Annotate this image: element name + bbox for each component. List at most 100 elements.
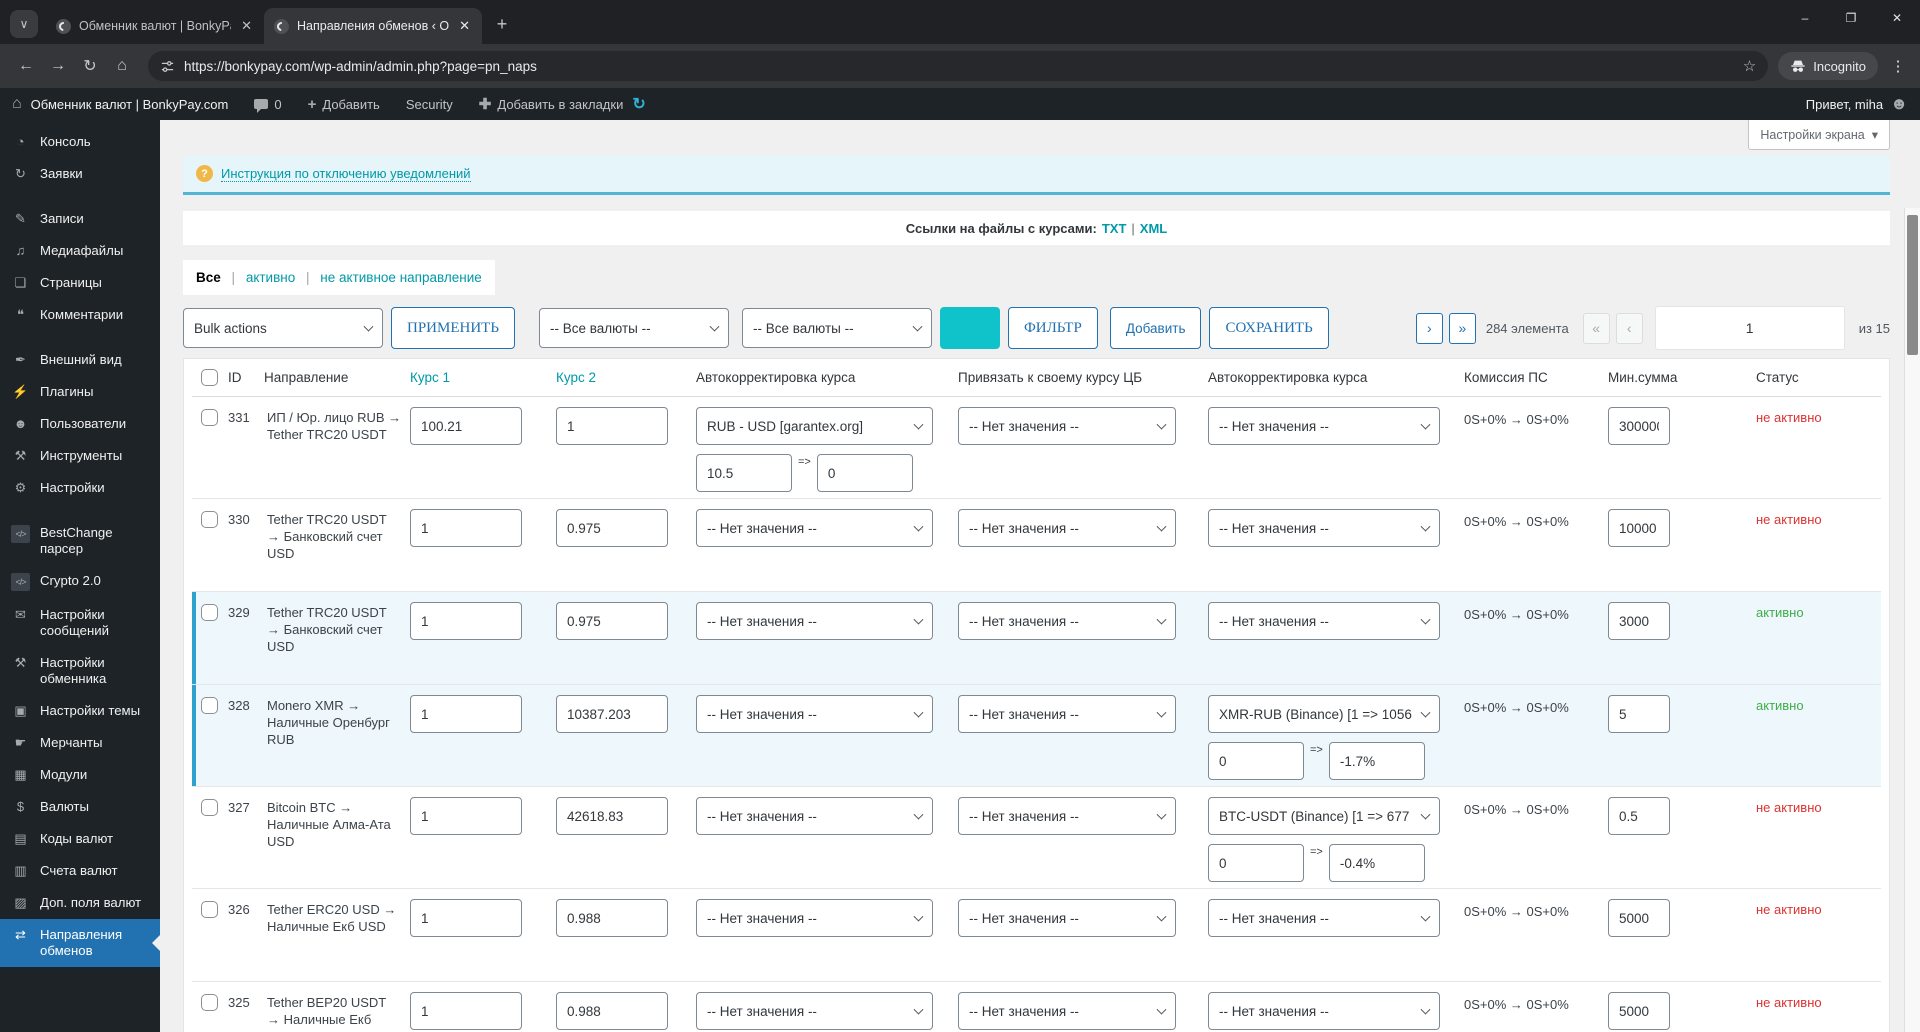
kurs1-input[interactable] <box>410 992 522 1030</box>
cb-rate-select[interactable]: -- Нет значения -- <box>958 407 1176 445</box>
sidebar-item-users[interactable]: ☻Пользователи <box>0 408 160 440</box>
admin-bar-bookmark[interactable]: ✚ Добавить в закладки <box>479 95 624 113</box>
col-header-kurs1[interactable]: Курс 1 <box>410 370 556 385</box>
update-refresh-icon[interactable]: ↻ <box>632 94 645 114</box>
browser-tab-2-active[interactable]: Направления обменов ‹ Обме ✕ <box>264 8 482 44</box>
kurs2-input[interactable] <box>556 602 668 640</box>
kurs1-input[interactable] <box>410 602 522 640</box>
first-page-button[interactable]: « <box>1583 313 1610 344</box>
kurs1-input[interactable] <box>410 899 522 937</box>
kurs2-input[interactable] <box>556 407 668 445</box>
row-checkbox[interactable] <box>201 511 218 528</box>
kurs2-input[interactable] <box>556 509 668 547</box>
correction-to-input[interactable] <box>817 454 913 492</box>
admin-bar-security[interactable]: Security <box>406 97 453 112</box>
cb-rate-select[interactable]: -- Нет значения -- <box>958 509 1176 547</box>
add-button[interactable]: Добавить <box>1110 307 1202 349</box>
currency-filter-1-select[interactable]: -- Все валюты -- <box>539 308 729 348</box>
minsum-input[interactable] <box>1608 899 1670 937</box>
minsum-input[interactable] <box>1608 992 1670 1030</box>
back-icon[interactable]: ← <box>10 50 42 82</box>
home-icon[interactable]: ⌂ <box>106 50 138 82</box>
select-all-checkbox[interactable] <box>201 369 218 386</box>
sidebar-item-comments[interactable]: ❝Комментарии <box>0 299 160 331</box>
screen-options-button[interactable]: Настройки экрана ▾ <box>1748 120 1890 150</box>
prev-page-button[interactable]: ‹ <box>1616 313 1643 344</box>
minsum-input[interactable] <box>1608 407 1670 445</box>
correction-to-input[interactable] <box>1329 844 1425 882</box>
address-bar[interactable]: https://bonkypay.com/wp-admin/admin.php?… <box>148 51 1768 81</box>
cb-rate-select[interactable]: -- Нет значения -- <box>958 695 1176 733</box>
kurs1-input[interactable] <box>410 695 522 733</box>
minsum-input[interactable] <box>1608 797 1670 835</box>
view-all-link[interactable]: Все <box>196 270 221 285</box>
page-scrollbar[interactable] <box>1904 208 1920 1032</box>
browser-menu-icon[interactable]: ⋮ <box>1886 57 1910 75</box>
sidebar-item-settings[interactable]: ⚙Настройки <box>0 472 160 504</box>
autocorrect1-select[interactable]: -- Нет значения -- <box>696 797 933 835</box>
browser-tab-1[interactable]: Обменник валют | BonkyPay.c ✕ <box>46 8 264 44</box>
kurs2-input[interactable] <box>556 695 668 733</box>
avatar[interactable]: ☻ <box>1890 94 1908 114</box>
row-checkbox[interactable] <box>201 799 218 816</box>
filter-button[interactable]: ФИЛЬТР <box>1008 307 1098 349</box>
close-button[interactable]: ✕ <box>1874 0 1920 36</box>
correction-from-input[interactable] <box>696 454 792 492</box>
sidebar-item-posts[interactable]: ✎Записи <box>0 203 160 235</box>
xml-link[interactable]: XML <box>1140 221 1167 236</box>
autocorrect1-select[interactable]: -- Нет значения -- <box>696 695 933 733</box>
sidebar-item-currency-fields[interactable]: ▨Доп. поля валют <box>0 887 160 919</box>
last-page-button[interactable]: » <box>1449 313 1476 344</box>
txt-link[interactable]: TXT <box>1102 221 1127 236</box>
sidebar-item-media[interactable]: ♫Медиафайлы <box>0 235 160 267</box>
sidebar-item-currency-codes[interactable]: ▤Коды валют <box>0 823 160 855</box>
autocorrect1-select[interactable]: -- Нет значения -- <box>696 509 933 547</box>
row-checkbox[interactable] <box>201 697 218 714</box>
site-settings-icon[interactable] <box>160 59 175 74</box>
reload-icon[interactable]: ↻ <box>74 50 106 82</box>
tab-close-icon[interactable]: ✕ <box>457 18 472 34</box>
view-active-link[interactable]: активно <box>246 270 295 285</box>
current-page-input[interactable] <box>1655 306 1845 350</box>
new-tab-button[interactable]: + <box>488 10 516 38</box>
autocorrect2-select[interactable]: -- Нет значения -- <box>1208 602 1440 640</box>
sidebar-item-modules[interactable]: ▦Модули <box>0 759 160 791</box>
wp-home-icon[interactable]: ⌂ <box>12 95 22 113</box>
correction-from-input[interactable] <box>1208 742 1304 780</box>
apply-button[interactable]: ПРИМЕНИТЬ <box>391 307 515 349</box>
sidebar-item-pages[interactable]: ❏Страницы <box>0 267 160 299</box>
cb-rate-select[interactable]: -- Нет значения -- <box>958 797 1176 835</box>
autocorrect2-select[interactable]: -- Нет значения -- <box>1208 407 1440 445</box>
sidebar-item-exchanger[interactable]: ⚒Настройки обменника <box>0 647 160 695</box>
teal-action-button[interactable] <box>940 307 1000 349</box>
admin-bar-new[interactable]: + Добавить <box>308 96 380 113</box>
restore-button[interactable]: ❐ <box>1828 0 1874 36</box>
currency-filter-2-select[interactable]: -- Все валюты -- <box>742 308 932 348</box>
bookmark-star-icon[interactable]: ☆ <box>1743 57 1756 75</box>
kurs1-input[interactable] <box>410 797 522 835</box>
row-checkbox[interactable] <box>201 994 218 1011</box>
tab-search-button[interactable]: ∨ <box>10 10 38 38</box>
autocorrect2-select[interactable]: -- Нет значения -- <box>1208 509 1440 547</box>
minsum-input[interactable] <box>1608 602 1670 640</box>
autocorrect1-select[interactable]: -- Нет значения -- <box>696 992 933 1030</box>
admin-bar-site-name[interactable]: Обменник валют | BonkyPay.com <box>31 97 229 112</box>
next-page-button[interactable]: › <box>1416 313 1443 344</box>
row-checkbox[interactable] <box>201 409 218 426</box>
row-checkbox[interactable] <box>201 604 218 621</box>
notice-link[interactable]: Инструкция по отключению уведомлений <box>221 166 471 182</box>
view-inactive-link[interactable]: не активное направление <box>320 270 481 285</box>
autocorrect1-select[interactable]: -- Нет значения -- <box>696 899 933 937</box>
autocorrect1-select[interactable]: RUB - USD [garantex.org] <box>696 407 933 445</box>
sidebar-item-messages[interactable]: ✉Настройки сообщений <box>0 599 160 647</box>
sidebar-item-currencies[interactable]: $Валюты <box>0 791 160 823</box>
kurs1-input[interactable] <box>410 407 522 445</box>
kurs2-input[interactable] <box>556 797 668 835</box>
kurs2-input[interactable] <box>556 899 668 937</box>
row-checkbox[interactable] <box>201 901 218 918</box>
autocorrect2-select[interactable]: -- Нет значения -- <box>1208 992 1440 1030</box>
kurs2-input[interactable] <box>556 992 668 1030</box>
autocorrect2-select[interactable]: XMR-RUB (Binance) [1 => 1056 <box>1208 695 1440 733</box>
cb-rate-select[interactable]: -- Нет значения -- <box>958 899 1176 937</box>
tab-close-icon[interactable]: ✕ <box>239 18 254 34</box>
